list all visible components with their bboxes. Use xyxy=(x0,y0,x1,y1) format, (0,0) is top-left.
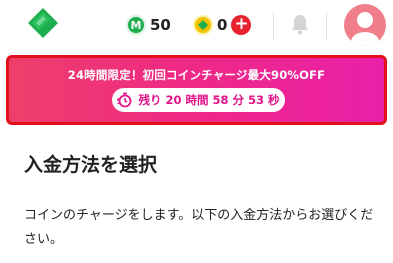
gold-coin-value: 0 xyxy=(217,16,228,34)
m-coin-balance[interactable]: M 50 xyxy=(126,13,171,37)
m-coin-badge-label: M xyxy=(130,18,142,32)
page-description: コインのチャージをします。以下の入金方法からお選びください。 xyxy=(24,208,374,247)
m-coin-icon: M xyxy=(126,15,146,35)
top-header: M 50 0 + xyxy=(0,0,393,52)
promo-title: 24時間限定！初回コインチャージ最大90%OFF xyxy=(67,68,326,82)
limited-offer-banner[interactable]: 24時間限定！初回コインチャージ最大90%OFF 残り 20 時間 58 分 5… xyxy=(6,55,387,125)
gold-coin-icon xyxy=(193,15,213,35)
logo-icon[interactable] xyxy=(28,8,58,38)
countdown-pill: 残り 20 時間 58 分 53 秒 xyxy=(112,88,285,112)
m-coin-value: 50 xyxy=(150,16,171,34)
header-divider xyxy=(326,12,327,40)
add-coin-button[interactable]: + xyxy=(231,15,252,35)
gold-coin-balance[interactable]: 0 + xyxy=(193,13,252,37)
avatar-icon[interactable] xyxy=(344,4,386,46)
countdown-text: 残り 20 時間 58 分 53 秒 xyxy=(138,93,280,107)
bell-icon[interactable] xyxy=(290,14,310,36)
header-divider xyxy=(273,12,274,40)
page-title: 入金方法を選択 xyxy=(24,154,158,176)
timer-icon xyxy=(117,92,132,108)
